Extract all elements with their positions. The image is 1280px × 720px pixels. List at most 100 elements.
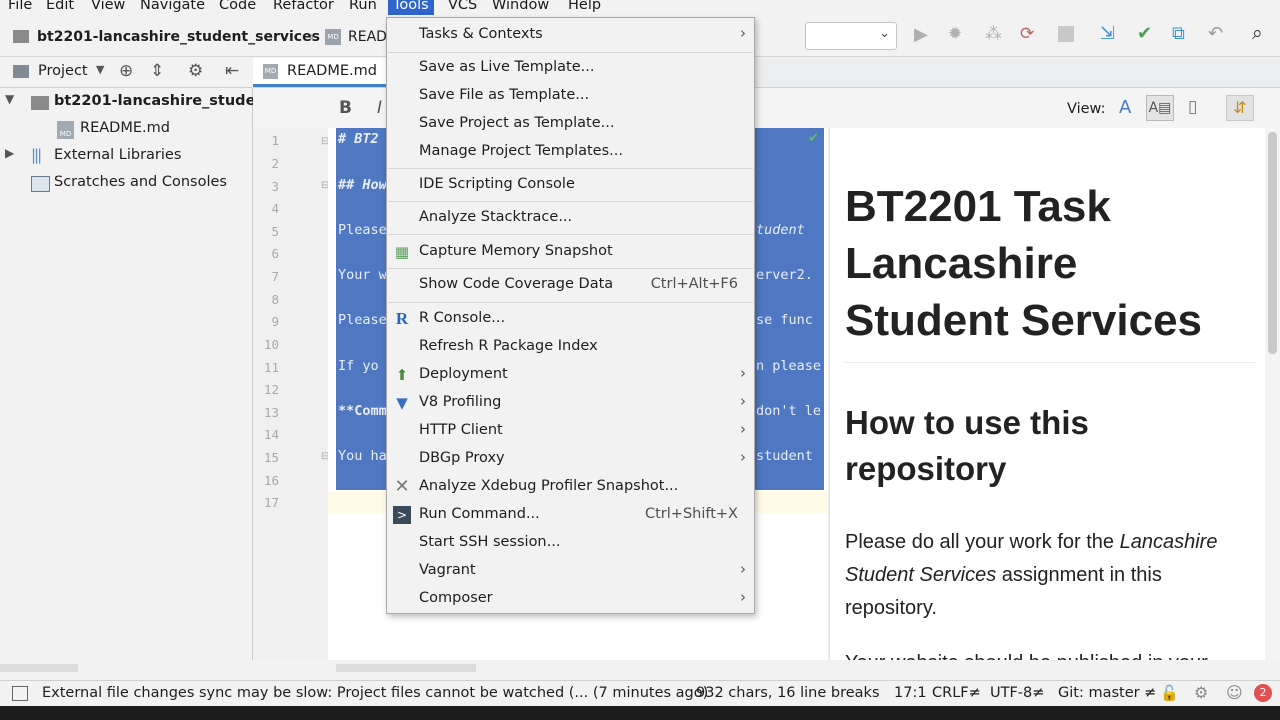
code-line: **Comm [338, 403, 387, 419]
hector-icon[interactable]: ⚙ [1194, 683, 1208, 702]
menu-item-manage-templates[interactable]: Manage Project Templates... [387, 138, 754, 166]
search-everywhere-icon[interactable]: ⌕ [1252, 22, 1263, 44]
menu-code[interactable]: Code [219, 0, 256, 13]
markdown-preview: BT2201 Task Lancashire Student Services … [829, 128, 1266, 660]
menu-item-save-file-template[interactable]: Save File as Template... [387, 82, 754, 110]
collapse-all-icon[interactable]: ⇕ [150, 61, 164, 81]
menu-item-tasks-contexts[interactable]: Tasks & Contexts › [387, 21, 754, 49]
breadcrumb-file[interactable]: READ [348, 29, 387, 45]
collapse-arrow-icon[interactable]: ▶ [5, 146, 14, 160]
run-icon[interactable]: ▶ [914, 24, 928, 45]
vcs-commit-icon[interactable]: ✔ [1137, 23, 1152, 44]
rollback-icon[interactable]: ↶ [1208, 23, 1223, 44]
notification-badge[interactable]: 2 [1254, 684, 1272, 702]
tree-item-external-libraries[interactable]: ▶ ||| External Libraries [0, 145, 252, 171]
view-editor-only-button[interactable]: A [1119, 97, 1131, 118]
italic-button[interactable]: I [377, 98, 382, 118]
tree-item-project-root[interactable]: ▼ bt2201-lancashire_student [0, 91, 273, 117]
menu-item-refresh-r-packages[interactable]: Refresh R Package Index [387, 333, 754, 361]
menu-item-start-ssh[interactable]: Start SSH session... [387, 529, 754, 557]
code-line: Your w [338, 267, 387, 283]
menu-item-capture-memory-snapshot[interactable]: ▦ Capture Memory Snapshot [387, 238, 754, 266]
hide-panel-icon[interactable]: ⇤ [225, 61, 239, 81]
menu-refactor[interactable]: Refactor [273, 0, 334, 13]
menu-item-save-project-template[interactable]: Save Project as Template... [387, 110, 754, 138]
tree-item-label: bt2201-lancashire_student [54, 93, 273, 109]
menu-view[interactable]: View [91, 0, 125, 13]
gear-icon[interactable]: ⚙ [188, 61, 203, 81]
debug-icon[interactable]: ✹ [948, 24, 962, 44]
markdown-file-icon: MD [57, 121, 74, 139]
line-separator[interactable]: CRLF≠ [932, 685, 981, 701]
menu-item-vagrant[interactable]: Vagrant › [387, 557, 754, 585]
line-number: 14 [263, 427, 279, 442]
menu-item-dbgp-proxy[interactable]: DBGp Proxy › [387, 445, 754, 473]
tree-item-scratches[interactable]: Scratches and Consoles [0, 172, 252, 198]
tools-menu: Tasks & Contexts › Save as Live Template… [386, 17, 755, 614]
expand-arrow-icon[interactable]: ▼ [5, 92, 14, 106]
markdown-file-icon: MD [325, 29, 341, 45]
tree-item-label: Scratches and Consoles [54, 174, 227, 190]
vcs-history-icon[interactable]: ⧉ [1172, 23, 1185, 44]
menu-separator [388, 168, 753, 169]
view-preview-only-button[interactable]: ▯ [1188, 97, 1197, 117]
menu-tools[interactable]: Tools [388, 0, 434, 15]
menu-file[interactable]: File [8, 0, 32, 13]
menu-item-run-command[interactable]: > Run Command... Ctrl+Shift+X [387, 501, 754, 529]
tab-readme[interactable]: MD README.md [253, 58, 393, 87]
menu-item-analyze-xdebug[interactable]: ✕ Analyze Xdebug Profiler Snapshot... [387, 473, 754, 501]
scroll-thumb[interactable] [1268, 132, 1277, 354]
dropdown-arrow-icon[interactable]: ▼ [96, 63, 104, 76]
stop-icon[interactable] [1058, 26, 1074, 42]
file-encoding[interactable]: UTF-8≠ [990, 685, 1044, 701]
code-line: # BT2 [338, 131, 379, 147]
menu-item-r-console[interactable]: R R Console... [387, 305, 754, 333]
scroll-sync-button[interactable]: ⇵ [1226, 95, 1254, 121]
library-icon: ||| [31, 146, 42, 164]
line-number: 4 [271, 201, 279, 216]
view-split-button[interactable]: A▤ [1146, 95, 1174, 121]
view-label: View: [1067, 101, 1106, 117]
menu-edit[interactable]: Edit [46, 0, 74, 13]
vcs-update-icon[interactable]: ⇲ [1100, 23, 1115, 44]
horizontal-scrollbar[interactable] [0, 664, 78, 672]
coverage-icon[interactable]: ⁂ [985, 24, 1002, 44]
menu-item-analyze-stacktrace[interactable]: Analyze Stacktrace... [387, 204, 754, 232]
event-log-icon[interactable]: ☺ [1226, 683, 1243, 702]
menu-item-save-live-template[interactable]: Save as Live Template... [387, 54, 754, 82]
line-number: 13 [263, 405, 279, 420]
bold-button[interactable]: B [339, 98, 352, 118]
menu-item-deployment[interactable]: ⬆ Deployment › [387, 361, 754, 389]
code-line: student [756, 448, 813, 464]
code-line: tudent [756, 222, 805, 238]
run-config-select[interactable]: ⌄ [805, 22, 897, 50]
status-message[interactable]: External file changes sync may be slow: … [42, 685, 708, 701]
menu-vcs[interactable]: VCS [448, 0, 477, 13]
git-branch[interactable]: Git: master ≠ [1058, 685, 1156, 701]
attach-icon[interactable]: ⟳ [1020, 24, 1034, 44]
lock-icon[interactable]: 🔓 [1160, 684, 1179, 702]
menu-item-show-code-coverage[interactable]: Show Code Coverage Data Ctrl+Alt+F6 [387, 271, 754, 299]
preview-heading-2: How to use this repository [845, 404, 1089, 487]
tree-item-readme[interactable]: MD README.md [0, 118, 252, 144]
menu-item-http-client[interactable]: HTTP Client › [387, 417, 754, 445]
breadcrumb-project[interactable]: bt2201-lancashire_student_services [37, 29, 320, 45]
line-number: 8 [271, 292, 279, 307]
menu-item-composer[interactable]: Composer › [387, 585, 754, 613]
menu-run[interactable]: Run [349, 0, 377, 13]
preview-scrollbar[interactable] [1265, 128, 1280, 660]
project-panel-title[interactable]: Project [38, 63, 88, 79]
menu-help[interactable]: Help [568, 0, 601, 13]
menu-navigate[interactable]: Navigate [140, 0, 205, 13]
menu-item-ide-scripting-console[interactable]: IDE Scripting Console [387, 171, 754, 199]
editor-horizontal-scrollbar[interactable] [336, 664, 476, 672]
locate-icon[interactable]: ⊕ [119, 61, 133, 81]
inspection-ok-icon[interactable]: ✔ [808, 131, 819, 146]
menu-window[interactable]: Window [492, 0, 549, 13]
heading-divider [845, 362, 1255, 363]
project-tree: ▼ bt2201-lancashire_student MD README.md… [0, 88, 273, 672]
caret-position[interactable]: 17:1 [894, 685, 927, 701]
menu-item-v8-profiling[interactable]: ▼ V8 Profiling › [387, 389, 754, 417]
panel-toggle-icon[interactable] [12, 686, 28, 701]
char-count: 932 chars, 16 line breaks [696, 685, 880, 701]
